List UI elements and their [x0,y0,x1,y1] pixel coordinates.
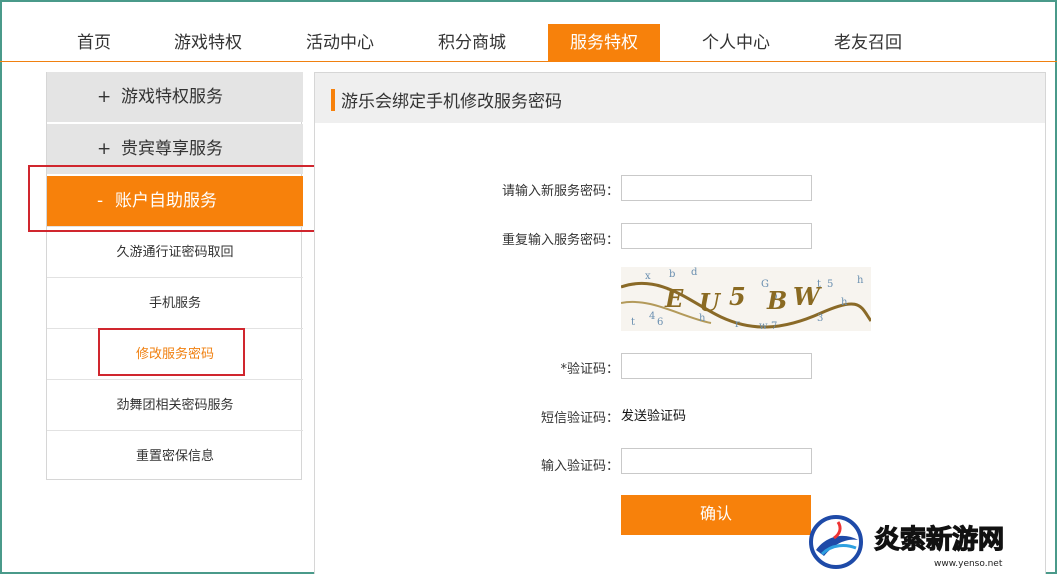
captcha-image[interactable]: xbd Gbt 5ht 46h rw7 h3 E U 5 B W [621,267,871,331]
sidebar-section-game-privileges[interactable]: + 游戏特权服务 [47,72,303,122]
top-nav: 首页 游戏特权 活动中心 积分商城 服务特权 个人中心 老友召回 [0,0,1057,62]
sms-code-label: 短信验证码： [540,411,619,426]
nav-friend-recall[interactable]: 老友召回 [820,24,916,62]
watermark-logo-icon: 炎索新游网 www.yenso.net [809,515,1005,569]
captcha-char: W [793,282,822,311]
svg-text:x: x [645,271,651,282]
nav-home[interactable]: 首页 [56,24,132,62]
svg-text:7: 7 [771,321,777,331]
svg-text:6: 6 [657,317,663,328]
svg-text:h: h [841,297,848,308]
repeat-password-label: 重复输入服务密码： [501,233,619,248]
watermark-url: www.yenso.net [934,559,1003,569]
captcha-char: 5 [729,282,746,311]
sms-code-input[interactable] [621,448,812,474]
sidebar-item-reset-security-info[interactable]: 重置密保信息 [47,430,303,481]
captcha-label: *验证码： [560,362,619,377]
highlight-box-account-section [28,165,321,232]
nav-game-privileges[interactable]: 游戏特权 [160,24,256,62]
title-accent-bar [331,89,335,111]
send-sms-code-link[interactable]: 发送验证码 [621,405,686,424]
nav-service-privileges[interactable]: 服务特权 [548,24,660,62]
watermark-name: 炎索新游网 [874,524,1004,555]
nav-personal-center[interactable]: 个人中心 [688,24,784,62]
svg-text:5: 5 [827,279,833,290]
content-header: 游乐会绑定手机修改服务密码 [315,73,1045,123]
sidebar-item-phone-service[interactable]: 手机服务 [47,277,303,328]
captcha-char: U [699,288,722,317]
svg-text:t: t [631,317,635,328]
watermark: 炎索新游网 www.yenso.net [808,514,1048,570]
new-password-input[interactable] [621,175,812,201]
expand-plus-icon: + [97,87,112,107]
captcha-input[interactable] [621,353,812,379]
sidebar-section-label: 游戏特权服务 [121,87,223,107]
captcha-graphic: xbd Gbt 5ht 46 h rw7 h3 E U 5 B W [621,267,871,331]
confirm-button[interactable]: 确认 [621,495,811,535]
highlight-box-change-password [98,328,245,376]
nav-activity-center[interactable]: 活动中心 [292,24,388,62]
captcha-char: E [664,284,684,313]
repeat-password-input[interactable] [621,223,812,249]
sidebar: + 游戏特权服务 + 贵宾尊享服务 - 账户自助服务 久游通行证密码取回 手机服… [46,72,303,481]
page-title: 游乐会绑定手机修改服务密码 [341,92,562,112]
sidebar-item-passport-recovery[interactable]: 久游通行证密码取回 [47,226,303,277]
svg-text:h: h [857,275,864,286]
new-password-label: 请输入新服务密码： [501,184,619,199]
svg-text:3: 3 [817,313,823,324]
captcha-char: B [766,286,787,315]
svg-text:w: w [759,321,768,331]
main-content: 游乐会绑定手机修改服务密码 请输入新服务密码： 重复输入服务密码： xbd Gb… [314,72,1046,574]
input-code-label: 输入验证码： [540,459,619,474]
sidebar-item-audition-password[interactable]: 劲舞团相关密码服务 [47,379,303,430]
svg-text:b: b [669,269,675,280]
svg-text:d: d [691,267,698,278]
svg-text:4: 4 [649,311,655,322]
svg-text:r: r [735,319,740,330]
nav-points-mall[interactable]: 积分商城 [424,24,520,62]
